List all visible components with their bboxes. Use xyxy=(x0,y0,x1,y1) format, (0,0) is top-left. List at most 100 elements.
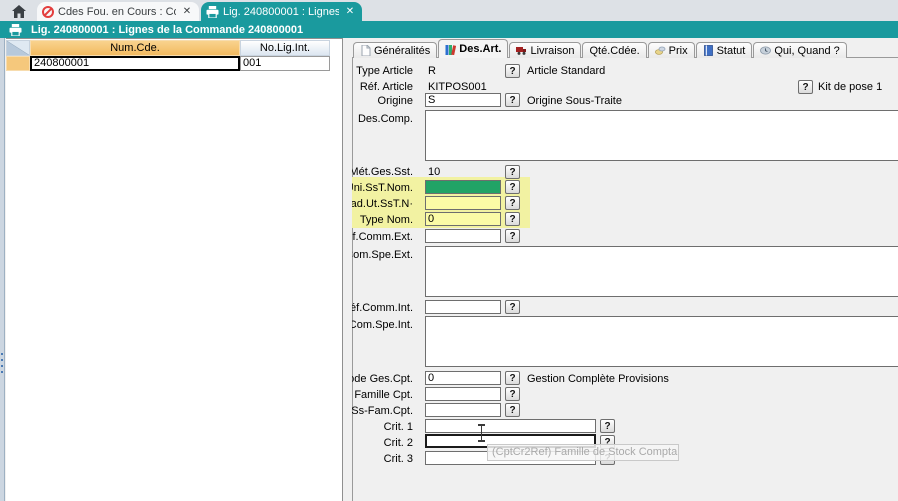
type-article-help-button[interactable]: ? xyxy=(505,64,520,78)
coins-icon xyxy=(655,45,666,56)
tab-label: Qté.Cdée. xyxy=(589,45,639,57)
grid-corner-cell[interactable] xyxy=(6,40,30,56)
famille-cpt-label: Famille Cpt. xyxy=(354,388,413,402)
uni-sst-nom-label: Uni.SsT.Nom. xyxy=(352,181,413,195)
splitter-grip-dot xyxy=(1,353,3,355)
grid-cell-num-cde[interactable]: 240800001 xyxy=(30,56,240,71)
crit-1-input[interactable] xyxy=(425,419,596,433)
type-nom-label: Type Nom. xyxy=(360,213,413,227)
clock-icon xyxy=(760,45,771,56)
tab-cdes-fou-en-cours[interactable]: Cdes Fou. en Cours : Co... ✕ xyxy=(37,2,199,21)
tab-des-art[interactable]: Des.Art. xyxy=(438,39,508,58)
tab-qui-quand[interactable]: Qui, Quand ? xyxy=(753,42,846,58)
des-comp-textarea[interactable] xyxy=(425,110,898,161)
origine-help-button[interactable]: ? xyxy=(505,93,520,107)
ref-comm-int-label: Réf.Comm.Int. xyxy=(352,301,413,315)
column-header-num-cde[interactable]: Num.Cde. xyxy=(30,40,240,56)
grid-cell-no-lig-int[interactable]: 001 xyxy=(240,56,330,71)
detail-tab-strip: Généralités Des.Art. Livraison Qté.Cdée. xyxy=(353,39,848,58)
tab-label: Prix xyxy=(669,45,688,57)
crit-1-label: Crit. 1 xyxy=(384,420,413,434)
column-header-no-lig-int[interactable]: No.Lig.Int. xyxy=(240,40,330,56)
field-tooltip: (CptCr2Ref) Famille de Stock Comptable xyxy=(487,444,679,461)
page-title: Lig. 240800001 : Lignes de la Commande 2… xyxy=(31,24,303,36)
tab-prix[interactable]: Prix xyxy=(648,42,695,58)
com-spe-int-textarea[interactable] xyxy=(425,316,898,367)
crit-1-help-button[interactable]: ? xyxy=(600,419,615,433)
tab-close-icon[interactable]: ✕ xyxy=(180,6,194,17)
ref-comm-int-help-button[interactable]: ? xyxy=(505,300,520,314)
ref-comm-ext-input[interactable] xyxy=(425,229,501,243)
tab-label: Livraison xyxy=(530,45,574,57)
com-spe-int-label: Com.Spe.Int. xyxy=(352,318,413,332)
cad-ut-sst-label: Cad.Ut.SsT.N· xyxy=(352,197,413,211)
famille-cpt-input[interactable] xyxy=(425,387,501,401)
crit-2-label: Crit. 2 xyxy=(384,436,413,450)
origine-label: Origine xyxy=(378,94,413,108)
mode-ges-cpt-desc: Gestion Complète Provisions xyxy=(527,372,669,386)
uni-sst-nom-input[interactable] xyxy=(425,180,501,194)
window-title-bar: Lig. 240800001 : Lignes de la Commande 2… xyxy=(0,21,898,38)
order-lines-grid: Num.Cde. No.Lig.Int. 240800001 001 xyxy=(6,38,343,501)
tab-label: Des.Art. xyxy=(459,43,501,55)
tab-label: Cdes Fou. en Cours : Co... xyxy=(58,6,176,18)
mode-ges-cpt-input[interactable] xyxy=(425,371,501,385)
splitter-grip-dot xyxy=(1,365,3,367)
home-button[interactable] xyxy=(6,2,32,20)
famille-cpt-help-button[interactable]: ? xyxy=(505,387,520,401)
tab-label: Statut xyxy=(717,45,746,57)
des-comp-label: Des.Comp. xyxy=(358,112,413,126)
browser-tab-bar: Cdes Fou. en Cours : Co... ✕ Lig. 240800… xyxy=(0,0,898,21)
com-spe-ext-textarea[interactable] xyxy=(425,246,898,297)
ref-comm-ext-label: Réf.Comm.Ext. xyxy=(352,230,413,244)
uni-sst-nom-help-button[interactable]: ? xyxy=(505,180,520,194)
tab-label: Lig. 240800001 : Lignes... xyxy=(223,6,339,18)
tab-qte-cdee[interactable]: Qté.Cdée. xyxy=(582,42,646,58)
met-ges-sst-help-button[interactable]: ? xyxy=(505,165,520,179)
type-nom-input[interactable] xyxy=(425,212,501,226)
printer-icon xyxy=(206,6,219,18)
line-detail-panel: Généralités Des.Art. Livraison Qté.Cdée. xyxy=(352,38,898,501)
met-ges-sst-label: Mét.Ges.Sst. xyxy=(352,165,413,179)
tab-label: Qui, Quand ? xyxy=(774,45,839,57)
ref-article-value: KITPOS001 xyxy=(428,80,487,94)
page-icon xyxy=(360,45,371,56)
cad-ut-sst-input[interactable] xyxy=(425,196,501,210)
type-article-label: Type Article xyxy=(356,64,413,78)
crit-3-label: Crit. 3 xyxy=(384,452,413,466)
type-nom-help-button[interactable]: ? xyxy=(505,212,520,226)
tab-close-icon[interactable]: ✕ xyxy=(343,6,357,17)
truck-icon xyxy=(516,45,527,56)
ref-comm-ext-help-button[interactable]: ? xyxy=(505,229,520,243)
kit-help-button[interactable]: ? xyxy=(798,80,813,94)
ss-fam-cpt-input[interactable] xyxy=(425,403,501,417)
ref-comm-int-input[interactable] xyxy=(425,300,501,314)
home-icon xyxy=(12,5,26,18)
kit-desc: Kit de pose 1 xyxy=(818,80,882,94)
tab-label: Généralités xyxy=(374,45,430,57)
tab-generalites[interactable]: Généralités xyxy=(353,42,437,58)
blocked-icon xyxy=(42,6,54,18)
mode-ges-cpt-help-button[interactable]: ? xyxy=(505,371,520,385)
text-cursor xyxy=(477,424,486,442)
book-icon xyxy=(703,45,714,56)
type-article-desc: Article Standard xyxy=(527,64,605,78)
tab-livraison[interactable]: Livraison xyxy=(509,42,581,58)
origine-input[interactable] xyxy=(425,93,501,107)
com-spe-ext-label: Com.Spe.Ext. xyxy=(352,248,413,262)
printer-icon[interactable] xyxy=(9,24,22,36)
cad-ut-sst-help-button[interactable]: ? xyxy=(505,196,520,210)
mode-ges-cpt-label: Mode Ges.Cpt. xyxy=(352,372,413,386)
origine-desc: Origine Sous-Traite xyxy=(527,94,622,108)
ss-fam-cpt-label: Ss-Fam.Cpt. xyxy=(352,404,413,418)
type-article-value: R xyxy=(428,64,436,78)
splitter-grip-dot xyxy=(1,371,3,373)
left-splitter-strip[interactable] xyxy=(0,38,5,501)
row-selector[interactable] xyxy=(6,56,30,71)
tab-lig-240800001[interactable]: Lig. 240800001 : Lignes... ✕ xyxy=(201,2,362,21)
ss-fam-cpt-help-button[interactable]: ? xyxy=(505,403,520,417)
splitter-grip-dot xyxy=(1,359,3,361)
books-icon xyxy=(445,44,456,55)
ref-article-label: Réf. Article xyxy=(360,80,413,94)
tab-statut[interactable]: Statut xyxy=(696,42,753,58)
